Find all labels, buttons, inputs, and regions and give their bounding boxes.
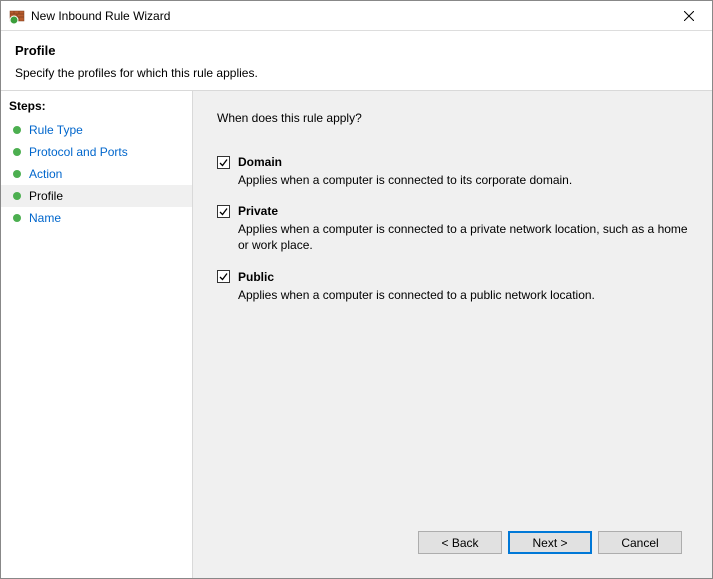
close-button[interactable] (674, 5, 704, 27)
wizard-footer: < Back Next > Cancel (217, 521, 694, 568)
checkmark-icon (218, 271, 229, 282)
close-icon (684, 11, 694, 21)
checkbox-public[interactable] (217, 270, 230, 283)
steps-sidebar: Steps: Rule Type Protocol and Ports Action… (1, 91, 193, 578)
firewall-icon (9, 8, 25, 24)
option-row: Private (217, 204, 694, 218)
checkmark-icon (218, 157, 229, 168)
cancel-button[interactable]: Cancel (598, 531, 682, 554)
step-item-rule-type[interactable]: Rule Type (1, 119, 192, 141)
step-bullet-icon (13, 170, 21, 178)
step-bullet-icon (13, 192, 21, 200)
option-row: Domain (217, 155, 694, 169)
profile-option-domain: Domain Applies when a computer is connect… (217, 155, 694, 188)
step-label: Profile (29, 189, 63, 203)
option-label: Domain (238, 155, 282, 169)
step-label: Action (29, 167, 62, 181)
option-description: Applies when a computer is connected to … (238, 172, 688, 188)
step-label: Rule Type (29, 123, 83, 137)
step-label: Name (29, 211, 61, 225)
option-row: Public (217, 270, 694, 284)
page-title: Profile (15, 43, 698, 58)
page-subtitle: Specify the profiles for which this rule… (15, 66, 698, 80)
checkbox-private[interactable] (217, 205, 230, 218)
option-description: Applies when a computer is connected to … (238, 221, 688, 253)
wizard-body: Steps: Rule Type Protocol and Ports Action… (1, 90, 712, 578)
option-label: Public (238, 270, 274, 284)
steps-heading: Steps: (1, 95, 192, 119)
step-item-profile[interactable]: Profile (1, 185, 192, 207)
step-bullet-icon (13, 148, 21, 156)
wizard-header: Profile Specify the profiles for which t… (1, 31, 712, 90)
back-button[interactable]: < Back (418, 531, 502, 554)
checkbox-domain[interactable] (217, 156, 230, 169)
window-title: New Inbound Rule Wizard (31, 9, 674, 23)
step-bullet-icon (13, 214, 21, 222)
step-bullet-icon (13, 126, 21, 134)
titlebar: New Inbound Rule Wizard (1, 1, 712, 31)
option-description: Applies when a computer is connected to … (238, 287, 688, 303)
step-item-action[interactable]: Action (1, 163, 192, 185)
content-panel: When does this rule apply? Domain Applies… (193, 91, 712, 578)
next-button[interactable]: Next > (508, 531, 592, 554)
option-label: Private (238, 204, 278, 218)
profile-option-private: Private Applies when a computer is connec… (217, 204, 694, 253)
step-item-protocol-and-ports[interactable]: Protocol and Ports (1, 141, 192, 163)
step-item-name[interactable]: Name (1, 207, 192, 229)
question-text: When does this rule apply? (217, 111, 694, 125)
checkmark-icon (218, 206, 229, 217)
step-label: Protocol and Ports (29, 145, 128, 159)
profile-option-public: Public Applies when a computer is connect… (217, 270, 694, 303)
